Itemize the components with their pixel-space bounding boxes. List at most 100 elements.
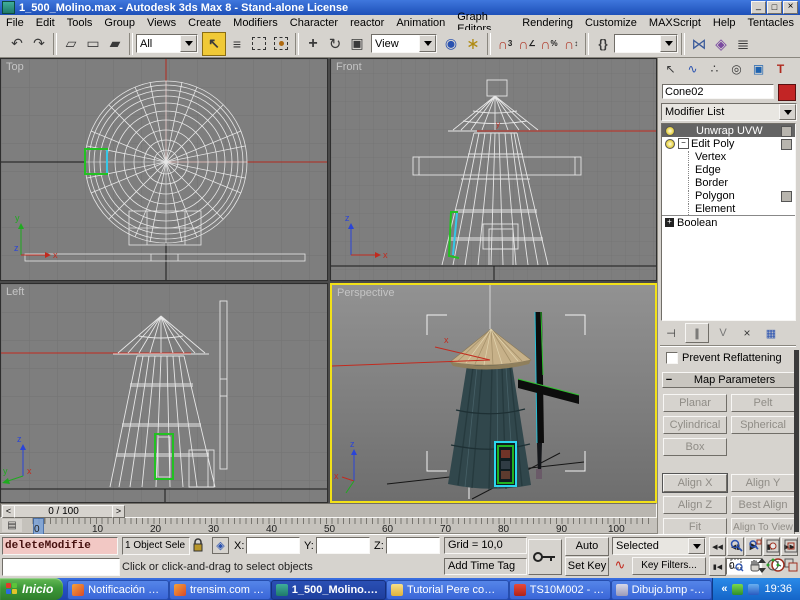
- stack-item-unwrap-uvw[interactable]: Unwrap UVW: [662, 124, 795, 137]
- selection-filter-combo[interactable]: All: [136, 34, 198, 53]
- redo-icon[interactable]: ↷: [28, 33, 50, 55]
- taskbar-item-folder[interactable]: Tutorial Pere comas 3d: [386, 580, 509, 600]
- tab-create-icon[interactable]: ↖: [660, 60, 681, 78]
- menu-tentacles[interactable]: Tentacles: [742, 17, 800, 29]
- arc-rotate-icon[interactable]: [764, 556, 782, 573]
- align-z-button[interactable]: Align Z: [663, 496, 727, 514]
- zoom-icon[interactable]: [728, 537, 746, 554]
- pelt-button[interactable]: Pelt: [731, 394, 795, 412]
- box-button[interactable]: Box: [663, 438, 727, 456]
- zoom-extents-all-icon[interactable]: [782, 537, 800, 554]
- menu-maxscript[interactable]: MAXScript: [643, 17, 707, 29]
- menu-create[interactable]: Create: [182, 17, 227, 29]
- restore-button[interactable]: □: [767, 1, 782, 14]
- reference-coordinate-combo[interactable]: View: [371, 34, 437, 53]
- select-rotate-icon[interactable]: ↻: [324, 33, 346, 55]
- viewport-front-label[interactable]: Front: [336, 61, 362, 73]
- minimize-button[interactable]: _: [751, 1, 766, 14]
- viewport-top-label[interactable]: Top: [6, 61, 24, 73]
- viewport-front-canvas[interactable]: y z x: [331, 59, 656, 280]
- time-slider-track[interactable]: < 0 / 100 >: [0, 503, 657, 518]
- open-mini-curve-editor-icon[interactable]: ▤: [2, 519, 22, 532]
- zoom-all-icon[interactable]: [746, 537, 764, 554]
- bulb-icon[interactable]: [665, 139, 675, 149]
- taskbar-item-paint[interactable]: Dibujo.bmp - Paint: [611, 580, 713, 600]
- set-key-button[interactable]: Set Key: [565, 557, 609, 576]
- cylindrical-button[interactable]: Cylindrical: [663, 416, 727, 434]
- object-name-field[interactable]: [662, 84, 774, 99]
- key-filters-button[interactable]: Key Filters...: [632, 557, 706, 575]
- stack-item-boolean[interactable]: + Boolean: [662, 215, 795, 229]
- track-bar[interactable]: ▤ 0 10 20 30 40 50 60 70 80 90 100: [0, 518, 657, 534]
- tab-utilities-icon[interactable]: T: [770, 60, 791, 78]
- pan-hand-icon[interactable]: [746, 556, 764, 573]
- modifier-enable-box[interactable]: [781, 126, 792, 137]
- modifier-enable-box[interactable]: [781, 139, 792, 150]
- viewport-left-label[interactable]: Left: [6, 286, 24, 298]
- y-coord-field[interactable]: [316, 537, 370, 554]
- stack-subitem-polygon[interactable]: Polygon: [662, 189, 795, 202]
- zoom-extents-icon[interactable]: [764, 537, 782, 554]
- maxscript-input-field[interactable]: [2, 558, 120, 576]
- modifier-list-dropdown[interactable]: Modifier List: [661, 103, 797, 121]
- chevron-down-icon[interactable]: [688, 538, 705, 554]
- viewport-front[interactable]: Front: [330, 58, 657, 281]
- bind-spacewarp-icon[interactable]: ▰: [104, 33, 126, 55]
- undo-icon[interactable]: ↶: [6, 33, 28, 55]
- map-parameters-rollout-header[interactable]: − Map Parameters: [662, 372, 795, 388]
- key-mode-dropdown[interactable]: Selected: [612, 537, 706, 555]
- menu-modifiers[interactable]: Modifiers: [227, 17, 284, 29]
- time-slider-next-button[interactable]: >: [112, 505, 125, 518]
- menu-views[interactable]: Views: [141, 17, 182, 29]
- tab-display-icon[interactable]: ▣: [748, 60, 769, 78]
- close-button[interactable]: ×: [783, 1, 798, 14]
- auto-key-button[interactable]: Auto Key: [565, 537, 609, 556]
- stack-item-edit-poly[interactable]: − Edit Poly: [662, 137, 795, 150]
- default-in-out-tangents-icon[interactable]: ∿: [612, 557, 628, 573]
- angle-snap-icon[interactable]: ∩∠: [516, 33, 538, 55]
- time-slider-handle[interactable]: 0 / 100: [14, 505, 113, 518]
- viewport-perspective-canvas[interactable]: x z x: [332, 285, 655, 501]
- viewport-perspective-label[interactable]: Perspective: [337, 287, 394, 299]
- tab-motion-icon[interactable]: ◎: [726, 60, 747, 78]
- bulb-icon[interactable]: [665, 126, 675, 136]
- rect-selection-region-icon[interactable]: [248, 33, 270, 55]
- go-to-frame-zero-button[interactable]: ▮◀: [709, 557, 726, 576]
- keyboard-shortcut-override-icon[interactable]: [528, 539, 562, 575]
- align-y-button[interactable]: Align Y: [731, 474, 795, 492]
- window-crossing-icon[interactable]: [270, 33, 292, 55]
- select-link-icon[interactable]: ▱: [60, 33, 82, 55]
- chevron-down-icon[interactable]: [419, 35, 436, 52]
- z-coord-field[interactable]: [386, 537, 440, 554]
- stack-subitem-border[interactable]: Border: [662, 176, 795, 189]
- stack-subitem-element[interactable]: Element: [662, 202, 795, 215]
- align-x-button[interactable]: Align X: [663, 474, 727, 492]
- collapse-icon[interactable]: −: [678, 138, 689, 149]
- menu-edit[interactable]: Edit: [30, 17, 61, 29]
- select-scale-icon[interactable]: ▣: [346, 33, 368, 55]
- pin-stack-icon[interactable]: ⊣: [661, 325, 681, 341]
- checkbox-icon[interactable]: [666, 352, 678, 364]
- named-selection-combo[interactable]: [614, 34, 678, 53]
- maximize-viewport-toggle-icon[interactable]: [782, 556, 800, 573]
- menu-group[interactable]: Group: [98, 17, 141, 29]
- stack-subitem-edge[interactable]: Edge: [662, 163, 795, 176]
- go-to-start-button[interactable]: ◀◀: [709, 537, 726, 556]
- stack-subitem-vertex[interactable]: Vertex: [662, 150, 795, 163]
- taskbar-item-trensim[interactable]: trensim.com • Ver T...: [169, 580, 271, 600]
- taskbar-item-notification[interactable]: Notificación de resp...: [67, 580, 169, 600]
- chevron-down-icon[interactable]: [660, 35, 677, 52]
- viewport-top-canvas[interactable]: y x z: [1, 59, 327, 280]
- tab-modify-icon[interactable]: ∿: [682, 60, 703, 78]
- named-selection-sets-icon[interactable]: {}: [592, 33, 614, 55]
- maxscript-mini-listener[interactable]: deleteModifie: [2, 537, 118, 555]
- remove-modifier-icon[interactable]: ×: [737, 325, 757, 341]
- viewport-top[interactable]: Top: [0, 58, 328, 281]
- align-icon[interactable]: ◈: [710, 33, 732, 55]
- menu-file[interactable]: File: [0, 17, 30, 29]
- snap-toggle-icon[interactable]: ∩3: [494, 33, 516, 55]
- select-move-icon[interactable]: +: [302, 33, 324, 55]
- tray-chevron-icon[interactable]: «: [721, 583, 727, 595]
- viewport-perspective[interactable]: Perspective: [330, 283, 657, 503]
- chevron-down-icon[interactable]: [779, 104, 796, 120]
